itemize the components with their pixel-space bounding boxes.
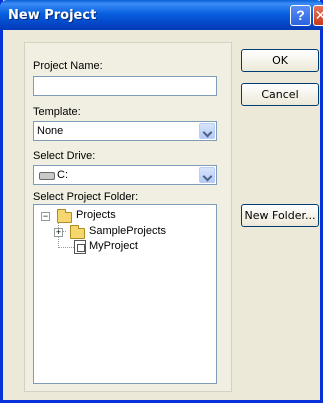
tree-item-myproject[interactable]: MyProject (34, 240, 214, 254)
tree-item-label: SampleProjects (89, 225, 167, 237)
template-select[interactable]: None (33, 121, 217, 141)
project-name-label: Project Name: (33, 60, 103, 72)
folder-label: Select Project Folder: (33, 191, 139, 203)
window-title: New Project (8, 8, 97, 23)
help-button[interactable]: ? (290, 5, 311, 26)
template-value: None (37, 125, 64, 137)
drive-icon (39, 172, 55, 180)
project-file-icon (74, 240, 86, 254)
tree-item-label: Projects (76, 209, 116, 221)
tree-item-sampleprojects[interactable]: + SampleProjects (34, 225, 214, 239)
cancel-button[interactable]: Cancel (241, 83, 319, 106)
template-label: Template: (33, 106, 81, 118)
ok-button[interactable]: OK (241, 49, 319, 72)
collapse-icon[interactable]: − (41, 212, 50, 221)
tree-item-label: MyProject (89, 240, 138, 252)
drive-value: C: (57, 169, 68, 181)
drive-label: Select Drive: (33, 150, 96, 162)
chevron-down-icon[interactable] (199, 123, 215, 139)
drive-select[interactable]: C: (33, 165, 217, 185)
new-folder-button[interactable]: New Folder... (241, 204, 319, 227)
project-name-input[interactable] (33, 76, 217, 96)
folder-tree[interactable]: − Projects + SampleProjects MyProject (33, 204, 217, 384)
folder-open-icon (57, 209, 72, 223)
expand-icon[interactable]: + (54, 228, 63, 237)
title-bar[interactable]: New Project ? ✕ (0, 0, 323, 30)
tree-item-projects[interactable]: − Projects (34, 209, 214, 223)
chevron-down-icon[interactable] (199, 167, 215, 183)
folder-icon (70, 225, 85, 239)
close-button[interactable]: ✕ (313, 5, 323, 26)
